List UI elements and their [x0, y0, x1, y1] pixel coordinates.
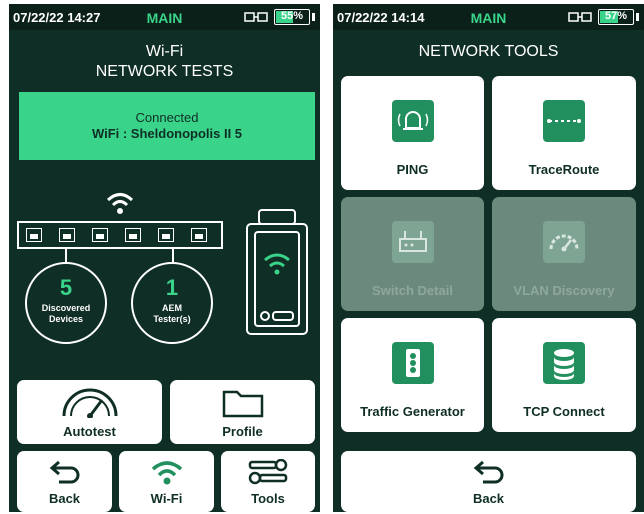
tools-label: Tools — [251, 491, 285, 506]
wifi-network-tests-screen: 07/22/22 14:27 MAIN 55% Wi-Fi NETWORK TE… — [9, 4, 320, 512]
wifi-label: Wi-Fi — [150, 491, 183, 506]
connection-status-banner: Connected WiFi : Sheldonopolis II 5 — [19, 92, 315, 160]
page-title-line1: Wi-Fi — [145, 43, 184, 60]
port-icon — [59, 228, 75, 242]
link-icon — [244, 10, 268, 27]
switch-icon — [391, 221, 434, 263]
traceroute-tile[interactable]: TraceRoute — [492, 76, 636, 190]
back-arrow-icon — [341, 459, 636, 490]
battery-icon: 57% — [598, 9, 634, 25]
discovered-devices-label-2: Devices — [48, 314, 84, 324]
discovered-devices-stat[interactable]: 5 Discovered Devices — [25, 262, 107, 344]
tester-device-icon — [245, 208, 309, 336]
page-title-line2: NETWORK TESTS — [95, 63, 234, 80]
port-icon — [92, 228, 108, 242]
gauge-icon — [543, 221, 585, 263]
autotest-label: Autotest — [63, 424, 116, 439]
link-icon — [568, 10, 592, 27]
aem-testers-count: 1 — [165, 275, 179, 300]
wifi-icon — [119, 458, 214, 491]
tcp-connect-tile[interactable]: TCP Connect — [492, 318, 636, 432]
back-label: Back — [48, 491, 81, 506]
ping-tile[interactable]: PING — [341, 76, 484, 190]
wifi-signal-icon — [105, 190, 135, 221]
autotest-button[interactable]: Autotest — [17, 380, 162, 444]
back-button[interactable]: Back — [17, 451, 112, 512]
page-title: NETWORK TOOLS — [418, 43, 559, 60]
ping-label: PING — [396, 162, 429, 177]
aem-testers-stat[interactable]: 1 AEM Tester(s) — [131, 262, 213, 344]
port-icon — [26, 228, 42, 242]
back-label: Back — [472, 491, 505, 506]
database-icon — [543, 342, 585, 384]
battery-percent: 57% — [604, 10, 628, 22]
switch-detail-label: Switch Detail — [372, 283, 453, 298]
profile-button[interactable]: Profile — [170, 380, 315, 444]
network-tools-screen: 07/22/22 14:14 MAIN 57% NETWORK TOOLS PI… — [333, 4, 644, 512]
battery-percent: 55% — [280, 10, 304, 22]
status-bar: 07/22/22 14:14 MAIN 57% — [333, 4, 644, 30]
vlan-discovery-tile[interactable]: VLAN Discovery — [492, 197, 636, 311]
network-switch-ports — [17, 221, 223, 249]
tcp-connect-label: TCP Connect — [523, 404, 605, 419]
profile-label: Profile — [222, 424, 263, 439]
discovered-devices-count: 5 — [59, 275, 73, 300]
tools-button[interactable]: Tools — [221, 451, 315, 512]
traceroute-icon — [543, 100, 585, 142]
status-bar: 07/22/22 14:27 MAIN 55% — [9, 4, 320, 30]
tools-icon — [221, 458, 315, 490]
battery-icon: 55% — [274, 9, 310, 25]
aem-testers-label-1: AEM — [162, 303, 182, 313]
discovered-devices-label-1: Discovered — [41, 303, 91, 313]
port-icon — [191, 228, 207, 242]
connection-status: Connected — [135, 110, 199, 125]
folder-icon — [170, 388, 315, 423]
switch-detail-tile[interactable]: Switch Detail — [341, 197, 484, 311]
back-arrow-icon — [17, 459, 112, 490]
vlan-discovery-label: VLAN Discovery — [513, 283, 615, 298]
back-button[interactable]: Back — [341, 451, 636, 512]
port-icon — [125, 228, 141, 242]
aem-testers-label-2: Tester(s) — [153, 314, 191, 324]
traceroute-label: TraceRoute — [528, 162, 600, 177]
traffic-generator-tile[interactable]: Traffic Generator — [341, 318, 484, 432]
bell-icon — [391, 100, 434, 142]
wifi-button[interactable]: Wi-Fi — [119, 451, 214, 512]
port-icon — [158, 228, 174, 242]
speedometer-icon — [17, 386, 162, 423]
connected-ssid: WiFi : Sheldonopolis II 5 — [91, 126, 243, 141]
traffic-generator-label: Traffic Generator — [360, 404, 465, 419]
traffic-light-icon — [391, 342, 434, 384]
